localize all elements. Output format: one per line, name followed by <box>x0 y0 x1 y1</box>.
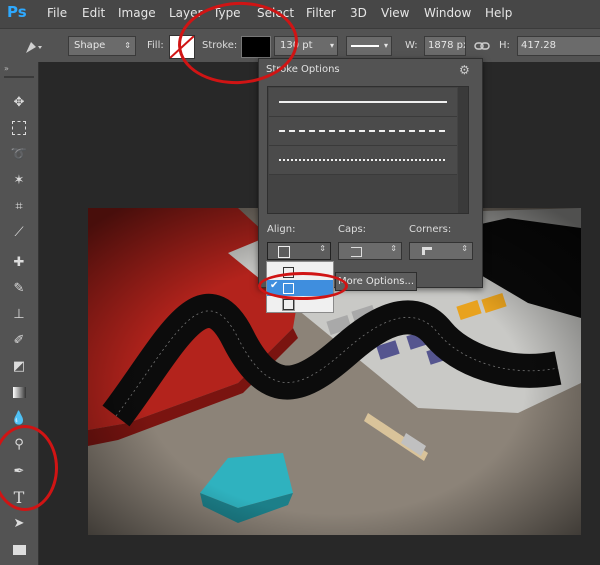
menu-file[interactable]: File <box>47 6 67 20</box>
stroke-line-preview <box>351 45 379 47</box>
healing-brush-tool-icon[interactable]: ✚ <box>9 252 29 272</box>
mode-value: Shape <box>74 40 106 51</box>
eyedropper-tool-icon[interactable]: ⟋ <box>9 222 29 242</box>
menu-bar: Ps File Edit Image Layer Type Select Fil… <box>0 0 600 28</box>
caps-select[interactable]: ⇕ <box>338 242 402 260</box>
fill-label: Fill: <box>147 40 164 51</box>
align-center-icon <box>278 246 290 258</box>
move-tool-icon[interactable]: ✥ <box>9 92 29 112</box>
chevron-down-icon: ▾ <box>329 41 334 50</box>
corners-select[interactable]: ⇕ <box>409 242 473 260</box>
annotation-circle-align <box>258 272 348 300</box>
chevron-updown-icon: ⇕ <box>461 244 468 253</box>
eraser-tool-icon[interactable]: ◩ <box>9 356 29 376</box>
menu-edit[interactable]: Edit <box>82 6 105 20</box>
lasso-tool-icon[interactable]: ➰ <box>9 144 29 164</box>
gear-icon[interactable]: ⚙ <box>459 63 473 77</box>
stroke-preset-list <box>267 86 469 214</box>
width-input[interactable]: 1878 px <box>424 36 466 56</box>
brush-tool-icon[interactable]: ✎ <box>9 278 29 298</box>
mode-select[interactable]: Shape ⇕ <box>68 36 136 56</box>
stroke-preset-dotted[interactable] <box>269 146 457 175</box>
corners-label: Corners: <box>409 224 452 235</box>
menu-image[interactable]: Image <box>118 6 156 20</box>
panel-grip[interactable] <box>4 76 34 78</box>
app-logo: Ps <box>7 3 27 21</box>
crop-tool-icon[interactable]: ⌗ <box>9 196 29 216</box>
gradient-tool-icon[interactable] <box>9 382 29 402</box>
cap-butt-icon <box>351 247 362 257</box>
menu-filter[interactable]: Filter <box>306 6 336 20</box>
stroke-options-panel: Stroke Options ⚙ Align: Caps: Corners: ⇕… <box>258 58 483 291</box>
align-select[interactable]: ⇕ <box>267 242 331 260</box>
rectangle-shape-tool-icon[interactable] <box>9 540 29 560</box>
width-label: W: <box>405 40 418 51</box>
caps-label: Caps: <box>338 224 367 235</box>
height-label: H: <box>499 40 510 51</box>
menu-window[interactable]: Window <box>424 6 471 20</box>
chevron-down-icon: ▾ <box>383 41 388 50</box>
align-label: Align: <box>267 224 296 235</box>
chevron-updown-icon: ⇕ <box>319 244 326 253</box>
chevron-updown-icon: ⇕ <box>124 41 131 50</box>
preset-scrollbar[interactable] <box>458 87 468 213</box>
history-brush-tool-icon[interactable]: ✐ <box>9 330 29 350</box>
align-outside-icon <box>282 298 295 311</box>
menu-view[interactable]: View <box>381 6 409 20</box>
menu-help[interactable]: Help <box>485 6 512 20</box>
magic-wand-tool-icon[interactable]: ✶ <box>9 170 29 190</box>
path-selection-tool-icon[interactable]: ➤ <box>9 513 29 533</box>
stroke-preset-solid[interactable] <box>269 88 457 117</box>
stroke-type-select[interactable]: ▾ <box>346 36 392 56</box>
collapse-icon[interactable]: » <box>4 64 9 73</box>
stroke-preset-dashed[interactable] <box>269 117 457 146</box>
menu-3d[interactable]: 3D <box>350 6 367 20</box>
corner-miter-icon <box>422 247 432 255</box>
chevron-updown-icon: ⇕ <box>390 244 397 253</box>
clone-stamp-tool-icon[interactable]: ⊥ <box>9 304 29 324</box>
marquee-tool-icon[interactable] <box>9 118 29 138</box>
link-icon[interactable] <box>474 38 490 54</box>
pen-tool-preset-icon[interactable] <box>22 36 42 56</box>
height-input[interactable]: 417.28 <box>517 36 600 56</box>
